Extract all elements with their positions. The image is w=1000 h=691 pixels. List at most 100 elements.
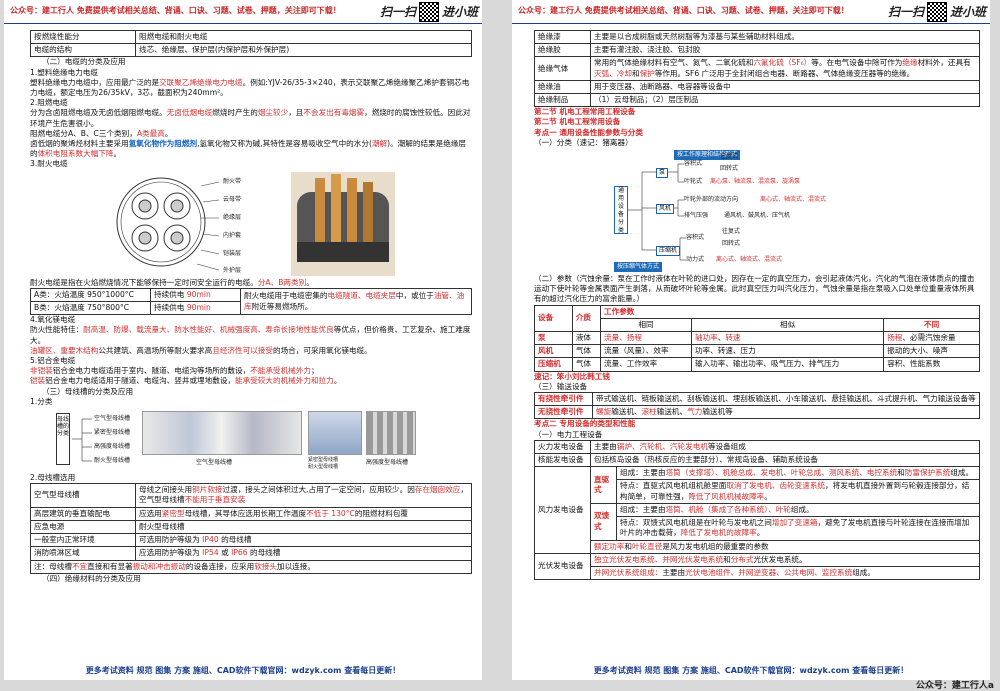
table-cell: 带式输送机、链板输送机、刮板输送机、埋刮板输送机、小车输送机、悬挂输送机、斗式提… [592, 392, 980, 407]
map-node: 往复式 [722, 228, 741, 236]
brand-left: 扫一扫 [379, 4, 416, 19]
figure-label: 外护层 [223, 266, 242, 274]
busway-item: 紧密型母线槽 [94, 429, 131, 437]
table-cell: 线芯、绝缘层、保护层(内保护层和外保护层) [135, 43, 472, 58]
table-cell: 组成：主要由塔筒、机舱（集成了各种系统）、叶轮组成。 [616, 502, 980, 518]
table-row: 有挠性牵引件 带式输送机、链板输送机、刮板输送机、埋刮板输送机、小车输送机、悬挂输… [534, 392, 980, 407]
table-row: 绝缘油 用于变压器、油断路器、电容器等设备中 [534, 79, 980, 95]
table-cell: 阻燃电缆和耐火电缆 [135, 29, 472, 45]
qr-code-icon [926, 2, 947, 22]
table-cell: 输入功率、输出功率、吸气压力、排气压力 [690, 357, 885, 372]
table-cell: 功率、转速、压力 [690, 344, 885, 359]
paragraph: 分为含卤阻燃电缆及无卤低烟阻燃电缆。无卤低烟电缆燃烧时产生的烟尘较少，且不会发出… [30, 108, 471, 128]
header-text: 公众号：建工行人 免费提供考试相关总结、背诵、口诀、习题、试卷、押题，关注即可下… [518, 6, 849, 15]
section-heading: 考点一 通用设备性能参数与分类 [534, 127, 643, 137]
table-cell: 应急电源 [30, 519, 136, 535]
header-text: 公众号：建工行人 免费提供考试相关总结、背诵、口诀、习题、试卷、押题，关注即可下… [10, 6, 341, 15]
table-row: 火力发电设备 主要由锅炉、汽轮机、汽轮发电机等设备组成 [534, 439, 980, 455]
table-cell: 容积、性能系数 [883, 357, 980, 372]
table-row: 核能发电设备 包括核岛设备（热核反应的主要部分）、常规岛设备、辅助系统设备 [534, 453, 980, 468]
figure-label: 耐火带 [223, 177, 242, 185]
heading: 1.塑料绝缘电力电缆 [30, 67, 98, 77]
table-cell: 耐火电缆用于电缆密集的电缆隧道、电缆夹层中，或位于油管、油库附近等易燃场所。 [240, 287, 472, 316]
map-node: 往复式 [720, 153, 739, 161]
table-row: 消防喷淋区域 应选用防护等级为 IP54 或 IP66 的母线槽 [30, 546, 472, 561]
figure-label: 铠装层 [223, 249, 242, 257]
table-cell: 主要有灌注胶、浇注胶、包封胶 [590, 43, 980, 58]
figure-label: 绝缘层 [223, 213, 242, 221]
table-row: 泵液体 流量、扬程 轴功率、转速 扬程、必需汽蚀余量 [534, 331, 980, 346]
map-legend-bottom: 按压缩气体方式 [614, 262, 663, 273]
table-cell: 用于变压器、油断路器、电容器等设备中 [590, 79, 980, 95]
table-cell: 流量、扬程 [600, 331, 692, 346]
page-header: 公众号：建工行人 免费提供考试相关总结、背诵、口诀、习题、试卷、押题，关注即可下… [512, 0, 990, 24]
map-root: 通用设备分类 [614, 186, 628, 235]
paragraph: 非铠装铝合金电力电缆适用于室内、隧道、电缆沟等场所的敷设，不能承受机械外力； [30, 366, 319, 376]
map-node: 叶轮外部的流动方向 [684, 196, 739, 204]
table-row: 额定功率和叶轮直径是风力发电机组的最重要的参数 [535, 539, 980, 554]
page-footer: 更多考试资料 规范 图集 方案 施组、CAD软件下载官网：wdzyk.com 查… [593, 665, 909, 675]
map-node-fan: 风机 [656, 204, 675, 215]
figure-caption: 耐火型母线槽 [308, 464, 339, 471]
heading: （三）输送设备 [534, 381, 588, 391]
paragraph: 卤低烟的聚烯烃材料主要采用氢氧化物作为阻燃剂,氢氧化物又称为碱,其特性是容易吸收… [30, 139, 467, 159]
map-node: 离心式、轴流式、混流式 [716, 256, 783, 264]
table-cell: 无挠性牵引件 [534, 405, 593, 420]
table-cell: 按燃烧性能分 [30, 29, 136, 45]
heading: 4.氧化镁电缆 [30, 315, 76, 325]
table-note: 注：母线槽不宜直接和有显著振动和冲击振动的设备连接，应采用软接头加以连接。 [30, 560, 472, 574]
map-node-compressor: 压缩机 [656, 246, 681, 257]
heading: 3.耐火电缆 [30, 159, 68, 169]
map-node: 回转式 [722, 240, 741, 248]
page-footer: 更多考试资料 规范 图集 方案 施组、CAD软件下载官网：wdzyk.com 查… [85, 665, 401, 675]
insulation-table: 绝缘漆 主要是以合成树脂或天然树脂等为漆基与某些辅助材料组成。 绝缘胶 主要有灌注胶、… [534, 29, 980, 108]
hs-busway-photo [366, 411, 416, 456]
busway-item: 空气型母线槽 [94, 415, 131, 423]
table-row: 无挠性牵引件 螺旋输送机、滚柱输送机、气力输送机等 [534, 405, 980, 420]
heading: （一）电力工程设备 [534, 429, 603, 439]
cable-table: 按燃烧性能分 阻燃电缆和耐火电缆 电缆的结构 线芯、绝缘层、保护层(内保护层和外保护… [30, 29, 472, 58]
conveyor-table: 有挠性牵引件 带式输送机、链板输送机、刮板输送机、埋刮板输送机、小车输送机、悬挂输… [534, 392, 980, 420]
map-node: 排气压强 [684, 212, 709, 220]
table-cell: 应选用紧密型母线槽，其导体应选用长期工作温度不低于 130°C的阻燃材料包覆 [135, 506, 472, 521]
table-row: 绝缘漆 主要是以合成树脂或天然树脂等为漆基与某些辅助材料组成。 [534, 29, 980, 45]
table-cell: 特点：双馈式风电机组是在叶轮与发电机之间增加了变速箱，避免了发电机直接与叶轮连接… [616, 516, 980, 541]
table-cell: 绝缘漆 [534, 29, 591, 45]
table-cell: 独立光伏发电系统、并网光伏发电系统和分布式光伏发电系统。 [590, 552, 980, 567]
table-cell: 流量、工作效率 [600, 357, 692, 372]
table-cell: 可选用防护等级为 IP40 的母线槽 [135, 533, 472, 548]
section-heading: 第二节 机电工程常用设备 [534, 117, 621, 127]
table-row: 压缩机 气体 流量、工作效率 输入功率、输出功率、吸气压力、排气压力 容积、性能系数 [534, 357, 980, 372]
section-heading: （二）电缆的分类及应用 [42, 57, 126, 67]
table-cell: 高层建筑的垂直输配电 [30, 506, 136, 521]
map-node: 容积式 [684, 160, 703, 168]
table-cell: 电缆的结构 [30, 43, 136, 58]
map-node: 离心泵、轴流泵、混流泵、旋涡泵 [710, 178, 801, 186]
cable-diagram [116, 171, 395, 276]
figure-caption: 高强度型母线槽 [366, 459, 409, 467]
paragraph: 油罐区、重要木结构公共建筑、高温场所等耐火要求高且经济性可以接受的场合，可采用氧… [30, 345, 372, 355]
section-heading: （四）绝缘材料的分类及应用 [42, 573, 141, 583]
fire-class-table: A类：火焰温度 950°1000°C 持续供电 90min 耐火电缆用于电缆密集… [30, 287, 472, 316]
table-cell: A类：火焰温度 950°1000°C [30, 287, 151, 303]
map-node: 回转式 [720, 165, 739, 173]
figure-label: 内护套 [223, 231, 242, 239]
table-cell: 绝缘制品 [534, 93, 591, 108]
paragraph: （二）参数（汽蚀余量：泵在工作时液体在叶轮的进口处，因存在一定的真空压力，会引起… [534, 274, 975, 304]
heading: 2.母线槽选用 [30, 473, 76, 483]
table-cell: 持续供电 90min [150, 301, 241, 316]
table-row: 一般室内正常环境 可选用防护等级为 IP40 的母线槽 [30, 533, 472, 548]
table-cell: 常用的气体绝缘材料有空气、氮气、二氧化硫和六氟化硫（SF₆）等。在电气设备中除可… [590, 56, 980, 81]
section-heading: 第二节 机电工程常用工程设备 [534, 107, 636, 117]
heading: 5.铝合金电缆 [30, 356, 76, 366]
table-cell: 直驱式 [590, 466, 617, 504]
table-cell: 空气型母线槽 [30, 483, 136, 508]
brand-right: 进小班 [949, 4, 986, 19]
dense-busway-photo [308, 411, 362, 456]
figure-label: 云母带 [223, 195, 242, 203]
table-cell: 设备 [534, 304, 573, 333]
table-cell: 光伏发电设备 [534, 552, 591, 581]
table-cell: 扬程、必需汽蚀余量 [883, 331, 980, 346]
table-row: 绝缘制品 （1）云母制品；（2）层压制品 [534, 93, 980, 108]
table-row: 绝缘气体 常用的气体绝缘材料有空气、氮气、二氧化硫和六氟化硫（SF₆）等。在电气设… [534, 56, 980, 81]
